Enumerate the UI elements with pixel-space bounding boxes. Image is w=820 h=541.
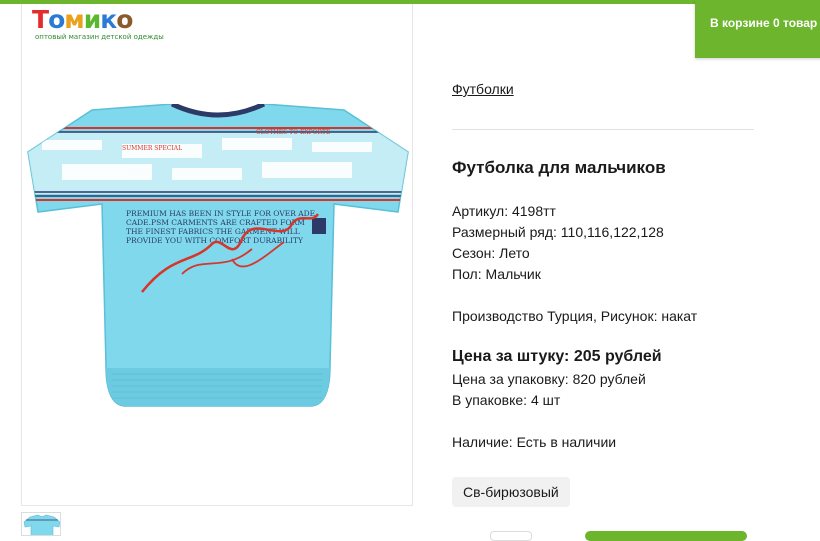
divider: [452, 129, 754, 130]
cart-label-suffix: товар: [779, 16, 818, 30]
color-option[interactable]: Св-бирюзовый: [452, 477, 570, 507]
price-per-pack: Цена за упаковку: 820 рублей: [452, 371, 646, 387]
product-thumbnail[interactable]: [21, 512, 61, 536]
thumbnail-image: [23, 514, 60, 535]
print-line: PREMIUM HAS BEEN IN STYLE FOR OVER ADE: [126, 209, 315, 218]
availability-status: Наличие: Есть в наличии: [452, 434, 617, 450]
product-gender: Пол: Мальчик: [452, 266, 541, 282]
cart-label-prefix: В корзине: [710, 16, 773, 30]
product-image[interactable]: PREMIUM HAS BEEN IN STYLE FOR OVER ADE C…: [22, 104, 414, 424]
print-line: CADE.PSM CARMENTS ARE CRAFTED FORM: [126, 218, 305, 227]
pack-quantity: В упаковке: 4 шт: [452, 392, 561, 408]
cart-count: 0: [772, 16, 780, 30]
print-badge: [312, 218, 326, 234]
product-title: Футболка для мальчиков: [452, 158, 666, 177]
print-stripe-text: CLOTHES TO EXPORTE: [256, 129, 330, 136]
price-per-unit: Цена за штуку: 205 рублей: [452, 348, 662, 365]
print-line: PROVIDE YOU WITH COMFORT DURABILITY: [126, 236, 304, 245]
print-stripe-text: SUMMER SPECIAL: [122, 145, 182, 152]
add-to-cart-button[interactable]: [585, 531, 747, 541]
product-season: Сезон: Лето: [452, 245, 530, 261]
product-sizes: Размерный ряд: 110,116,122,128: [452, 224, 664, 240]
tshirt-illustration: PREMIUM HAS BEEN IN STYLE FOR OVER ADE C…: [27, 104, 409, 407]
quantity-input[interactable]: [490, 531, 532, 541]
product-production: Производство Турция, Рисунок: накат: [452, 308, 698, 324]
product-sku: Артикул: 4198тт: [452, 203, 556, 219]
category-link[interactable]: Футболки: [452, 81, 514, 97]
cart-badge[interactable]: В корзине 0 товар: [695, 0, 820, 58]
product-gallery: PREMIUM HAS BEEN IN STYLE FOR OVER ADE C…: [21, 4, 413, 506]
